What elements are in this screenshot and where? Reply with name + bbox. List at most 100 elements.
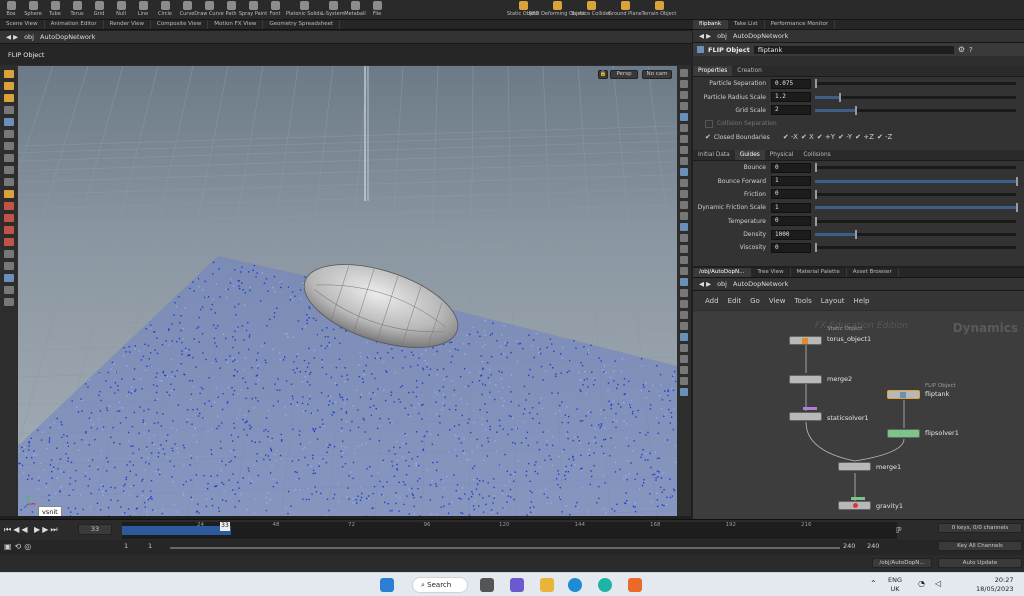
param-value-field[interactable]: 0 bbox=[771, 189, 811, 200]
display-option-icon[interactable] bbox=[680, 355, 688, 363]
shelf-tool-font[interactable]: Font bbox=[264, 0, 286, 19]
axis-toggle-neg-x[interactable]: ✔ -X bbox=[783, 133, 798, 141]
viewport-tool-icon[interactable] bbox=[4, 70, 14, 78]
shelf-tool-circle[interactable]: Circle bbox=[154, 0, 176, 19]
gear-icon[interactable]: ⚙ bbox=[958, 45, 965, 54]
tab-animation-editor[interactable]: Animation Editor bbox=[45, 20, 104, 29]
param-slider[interactable] bbox=[815, 92, 1016, 102]
tab-render-view[interactable]: Render View bbox=[104, 20, 152, 29]
axis-toggle-pos-z[interactable]: ✔ +Z bbox=[855, 133, 874, 141]
viewport-tool-icon[interactable] bbox=[4, 214, 14, 222]
check-icon[interactable]: ✔ bbox=[705, 133, 711, 141]
path-obj[interactable]: obj bbox=[24, 33, 34, 41]
viewport-tool-icon[interactable] bbox=[4, 130, 14, 138]
tab-collisions[interactable]: Collisions bbox=[798, 150, 835, 160]
menu-view[interactable]: View bbox=[769, 297, 786, 305]
shelf-tool-surface-collider[interactable]: Surface Collider bbox=[571, 0, 611, 19]
clock[interactable]: 20:27 18/05/2023 bbox=[976, 576, 1013, 594]
tab-geometry-spreadsheet[interactable]: Geometry Spreadsheet bbox=[263, 20, 341, 29]
display-option-icon[interactable] bbox=[680, 102, 688, 110]
lock-icon[interactable]: 🔒 bbox=[598, 70, 608, 79]
range-end-2[interactable]: 240 bbox=[867, 542, 879, 550]
shelf-tool-file[interactable]: File bbox=[366, 0, 388, 19]
timeline-track[interactable]: 33 24 48 72 96 120 144 168 192 216 bbox=[122, 522, 897, 539]
shelf-tool-metaball[interactable]: Metaball bbox=[344, 0, 366, 19]
param-value-field[interactable]: 0 bbox=[771, 242, 811, 253]
axis-toggle-x[interactable]: ✔ X bbox=[801, 133, 814, 141]
display-option-icon[interactable] bbox=[680, 245, 688, 253]
path-obj[interactable]: obj bbox=[717, 280, 727, 288]
display-option-icon[interactable] bbox=[680, 135, 688, 143]
flipsolver-node[interactable] bbox=[887, 429, 920, 438]
fliptank-node[interactable] bbox=[887, 390, 920, 399]
viewport-tool-icon[interactable] bbox=[4, 166, 14, 174]
tab-scene-view[interactable]: Scene View bbox=[0, 20, 45, 29]
display-option-icon[interactable] bbox=[680, 179, 688, 187]
menu-layout[interactable]: Layout bbox=[821, 297, 845, 305]
teams-icon[interactable] bbox=[510, 578, 524, 592]
back-arrow-icon[interactable]: ◀ ▶ bbox=[699, 280, 711, 288]
volume-icon[interactable]: ◁ bbox=[935, 579, 941, 588]
display-option-icon[interactable] bbox=[680, 366, 688, 374]
viewport-tool-icon[interactable] bbox=[4, 262, 14, 270]
back-arrow-icon[interactable]: ◀ ▶ bbox=[699, 32, 711, 40]
key-all-channels-button[interactable]: Key All Channels bbox=[938, 541, 1022, 551]
display-option-icon[interactable] bbox=[680, 157, 688, 165]
display-option-icon[interactable] bbox=[680, 256, 688, 264]
param-slider[interactable] bbox=[815, 176, 1018, 186]
shelf-tool-tube[interactable]: Tube bbox=[44, 0, 66, 19]
param-slider[interactable] bbox=[815, 105, 1016, 115]
viewport-tool-icon[interactable] bbox=[4, 190, 14, 198]
viewport-tool-icon[interactable] bbox=[4, 94, 14, 102]
viewport-tool-icon[interactable] bbox=[4, 142, 14, 150]
shelf-tool-sphere[interactable]: Sphere bbox=[22, 0, 44, 19]
shelf-tool-draw-curve[interactable]: Draw Curve bbox=[194, 0, 224, 19]
tab-asset-browser[interactable]: Asset Browser bbox=[847, 268, 899, 277]
viewport-tool-icon[interactable] bbox=[4, 250, 14, 258]
tab-composite-view[interactable]: Composite View bbox=[151, 20, 209, 29]
tab-initial-data[interactable]: Initial Data bbox=[693, 150, 735, 160]
menu-add[interactable]: Add bbox=[705, 297, 719, 305]
tab-guides[interactable]: Guides bbox=[734, 149, 765, 160]
viewport-tool-icon[interactable] bbox=[4, 154, 14, 162]
param-slider[interactable] bbox=[815, 230, 1016, 240]
param-value-field[interactable]: 0.075 bbox=[771, 78, 811, 89]
path-dopnet[interactable]: AutoDopNetwork bbox=[733, 280, 788, 288]
tab-creation[interactable]: Creation bbox=[732, 66, 767, 76]
tab-performance-monitor[interactable]: Performance Monitor bbox=[765, 20, 836, 29]
display-option-icon[interactable] bbox=[680, 80, 688, 88]
tab-network[interactable]: /obj/AutoDopN... bbox=[693, 268, 752, 277]
param-slider[interactable] bbox=[815, 203, 1018, 213]
param-slider[interactable] bbox=[815, 79, 1016, 89]
range-start-2[interactable]: 1 bbox=[148, 542, 152, 550]
display-option-icon[interactable] bbox=[680, 388, 688, 396]
playback-controls[interactable]: ⏮◀◀ ▶▶⏭ bbox=[4, 525, 60, 535]
staticsolver-node[interactable] bbox=[789, 412, 822, 421]
current-frame-field[interactable]: 33 bbox=[78, 524, 112, 535]
axis-toggle-neg-z[interactable]: ✔ -Z bbox=[877, 133, 892, 141]
display-option-icon[interactable] bbox=[680, 113, 688, 121]
help-icon[interactable]: ? bbox=[969, 46, 973, 54]
shelf-tool-box[interactable]: Box bbox=[0, 0, 22, 19]
back-arrow-icon[interactable]: ◀ ▶ bbox=[6, 33, 18, 41]
viewport-tool-icon[interactable] bbox=[4, 118, 14, 126]
display-option-icon[interactable] bbox=[680, 322, 688, 330]
param-slider[interactable] bbox=[815, 163, 1016, 173]
path-obj[interactable]: obj bbox=[717, 32, 727, 40]
display-option-icon[interactable] bbox=[680, 201, 688, 209]
range-end[interactable]: 240 bbox=[843, 542, 855, 550]
display-option-icon[interactable] bbox=[680, 91, 688, 99]
display-option-icon[interactable] bbox=[680, 212, 688, 220]
menu-go[interactable]: Go bbox=[750, 297, 760, 305]
display-option-icon[interactable] bbox=[680, 289, 688, 297]
torus-object-node[interactable] bbox=[789, 336, 822, 345]
range-tool-icons[interactable]: ▣⟲◎ bbox=[4, 542, 34, 551]
update-path[interactable]: /obj/AutoDopN... bbox=[872, 558, 932, 568]
shelf-tool-spray-paint[interactable]: Spray Paint bbox=[239, 0, 267, 19]
display-option-icon[interactable] bbox=[680, 124, 688, 132]
param-value-field[interactable]: 1000 bbox=[771, 229, 811, 240]
param-value-field[interactable]: 2 bbox=[771, 105, 811, 116]
timeline-cursor[interactable]: 33 bbox=[220, 522, 230, 531]
merge2-node[interactable] bbox=[789, 375, 822, 384]
persp-menu[interactable]: Persp bbox=[610, 70, 638, 79]
